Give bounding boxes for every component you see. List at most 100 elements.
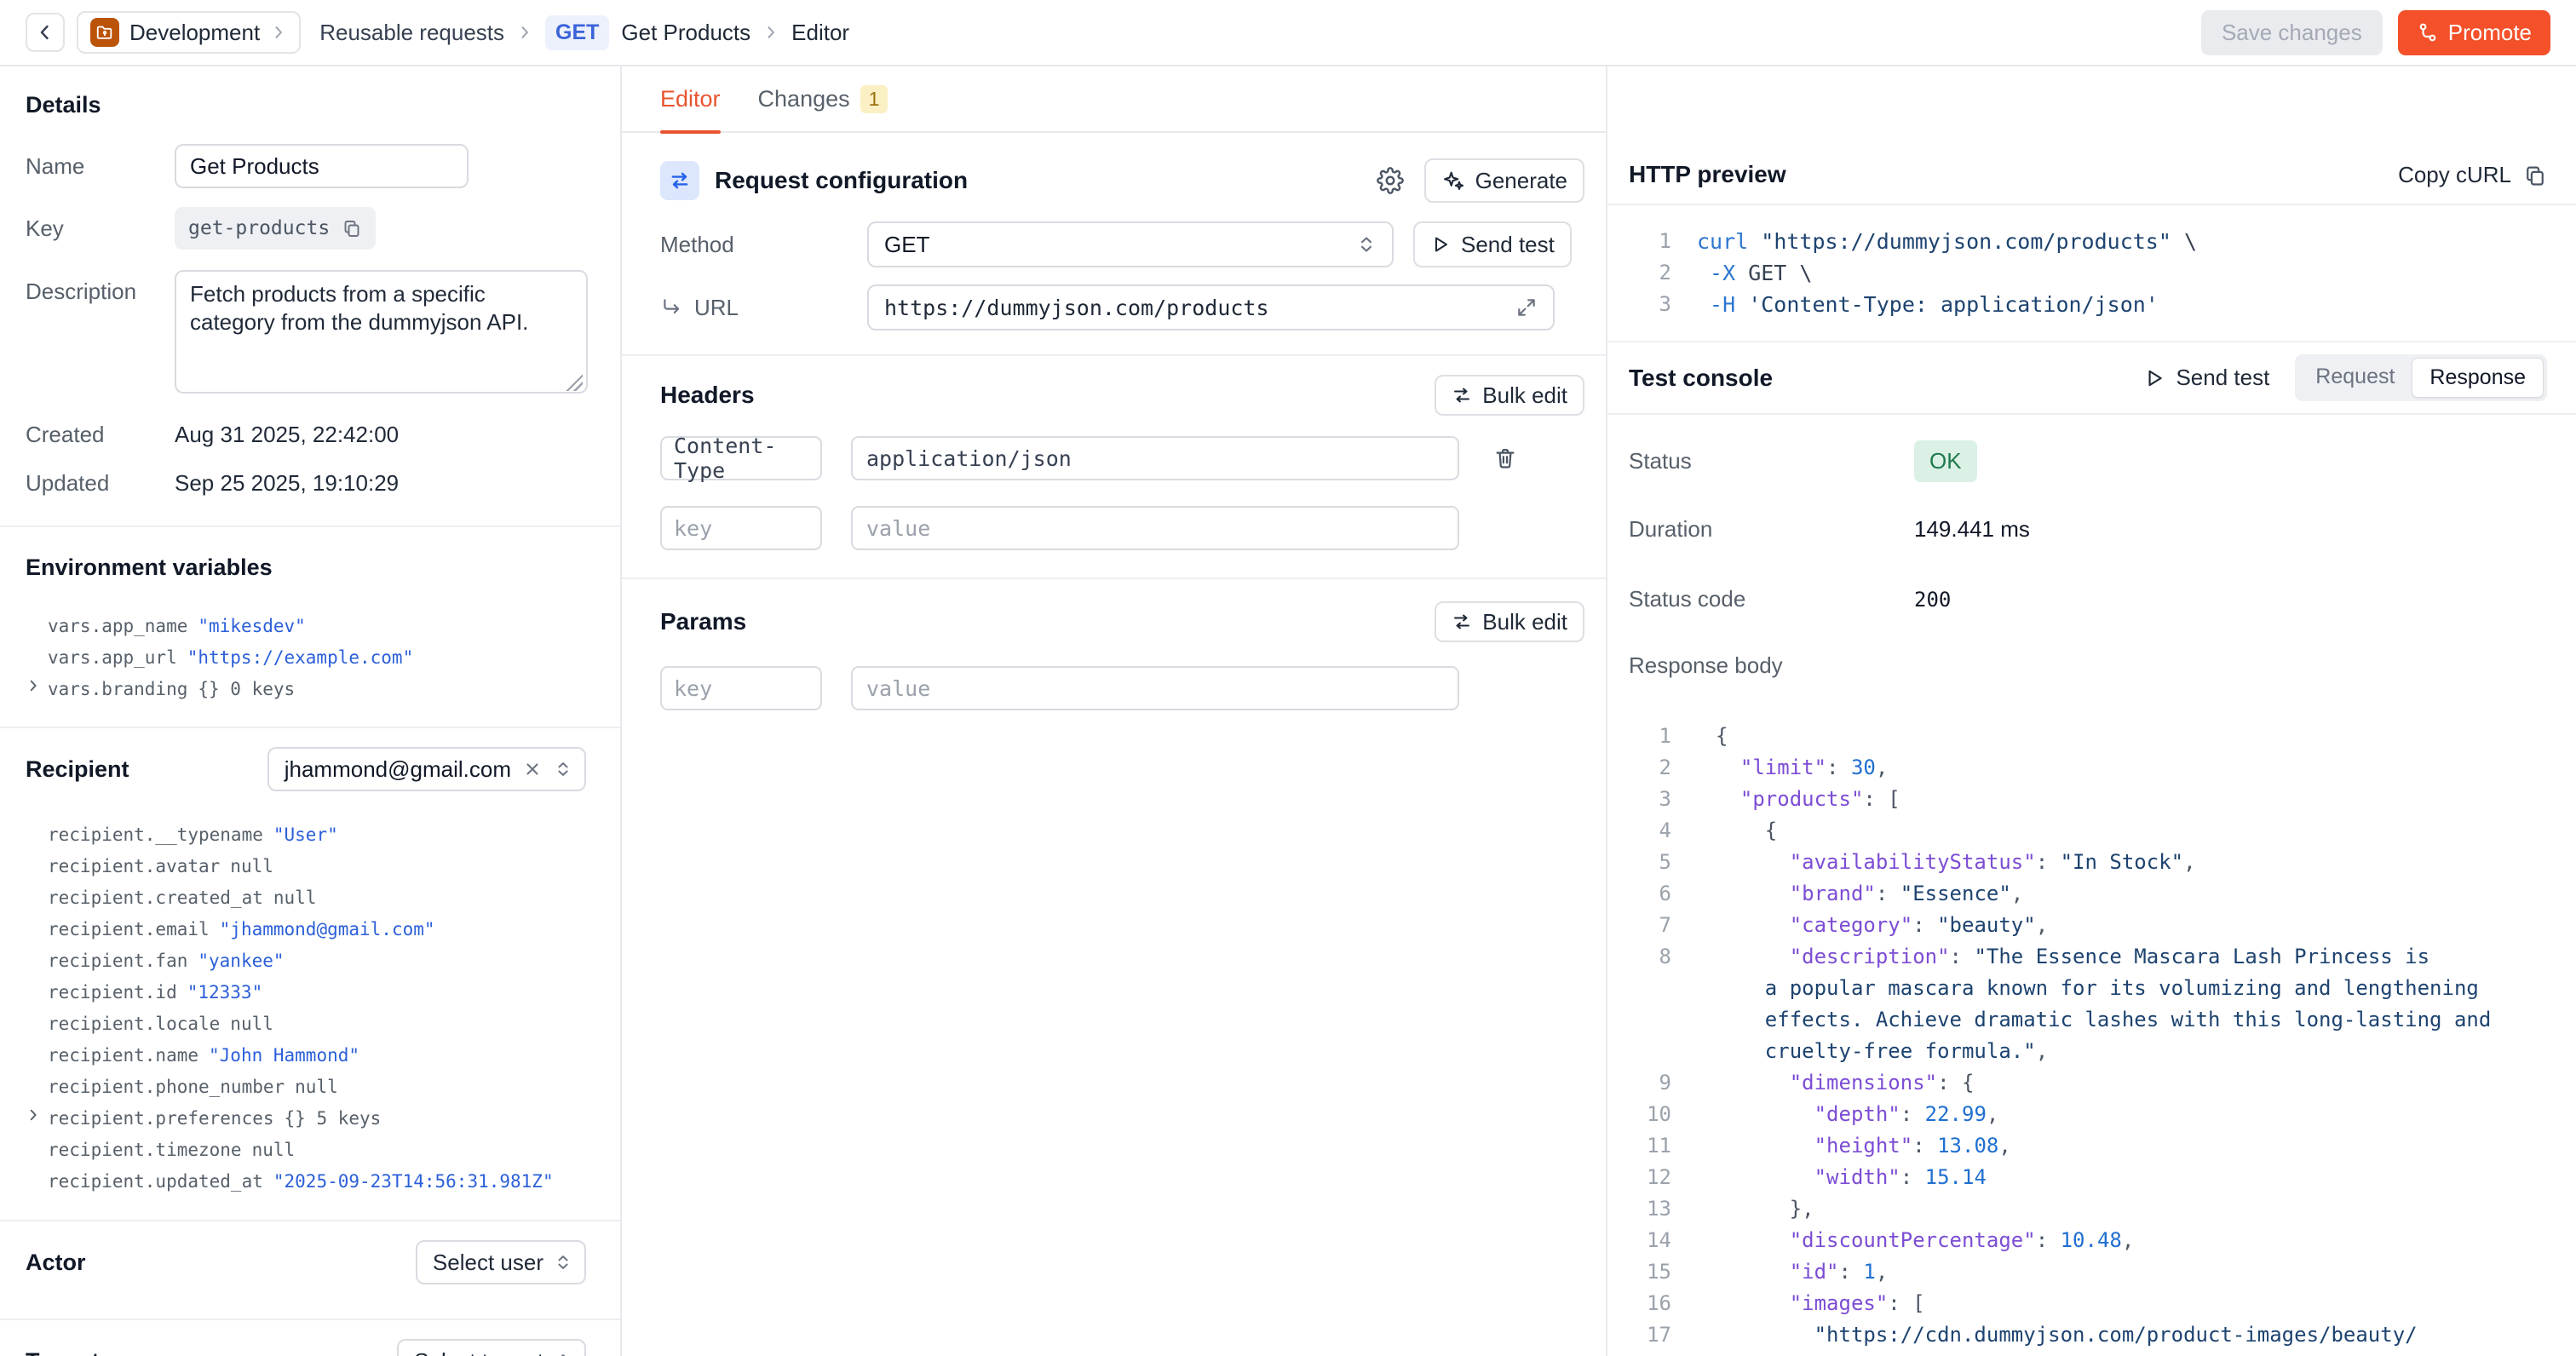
clear-icon[interactable] <box>523 760 542 779</box>
line-number: 17 <box>1607 1319 1671 1351</box>
line-number <box>1607 1036 1671 1067</box>
recipient-row: recipient.phone_numbernull <box>26 1071 586 1102</box>
headers-title: Headers <box>660 382 755 409</box>
header-value-input[interactable]: value <box>851 506 1459 550</box>
code-line: 1curl "https://dummyjson.com/products" \ <box>1607 226 2576 257</box>
code-line: 3 -H 'Content-Type: application/json' <box>1607 289 2576 320</box>
code-text: "id": 1, <box>1716 1256 1888 1288</box>
code-line: 1{ <box>1607 721 2576 752</box>
headers-bulk-edit-button[interactable]: Bulk edit <box>1435 375 1584 416</box>
promote-button[interactable]: Promote <box>2398 10 2550 55</box>
code-line: effects. Achieve dramatic lashes with th… <box>1607 1004 2576 1036</box>
actor-title: Actor <box>26 1250 86 1276</box>
property-key: recipient.email <box>48 919 210 939</box>
breadcrumb-reusable-requests[interactable]: Reusable requests <box>319 20 504 46</box>
chevron-updown-icon <box>1356 234 1377 255</box>
param-value-input[interactable]: value <box>851 666 1459 710</box>
recipient-row: recipient.avatarnull <box>26 850 586 882</box>
send-test-button[interactable]: Send test <box>1413 221 1572 267</box>
line-number: 5 <box>1607 847 1671 878</box>
chevron-updown-icon[interactable] <box>554 760 572 779</box>
code-line: 3 "products": [ <box>1607 784 2576 815</box>
status-code-label: Status code <box>1629 586 1914 612</box>
param-key-input[interactable]: key <box>660 666 822 710</box>
code-text: "products": [ <box>1716 784 1900 815</box>
copy-icon <box>2523 164 2547 187</box>
toggle-response[interactable]: Response <box>2412 358 2544 398</box>
property-value: "mikesdev" <box>198 616 305 636</box>
chevron-right-icon[interactable] <box>26 1107 41 1123</box>
breadcrumb-editor[interactable]: Editor <box>791 20 849 46</box>
recipient-combobox[interactable]: jhammond@gmail.com <box>267 747 586 791</box>
header-key-field[interactable]: Content-Type <box>660 436 822 480</box>
env-var-row: vars.app_name"mikesdev" <box>26 610 586 641</box>
line-number: 14 <box>1607 1225 1671 1256</box>
expand-icon[interactable] <box>1515 296 1538 319</box>
property-key: vars.branding <box>48 679 187 699</box>
params-bulk-edit-button[interactable]: Bulk edit <box>1435 601 1584 642</box>
created-label: Created <box>26 422 175 448</box>
line-number: 4 <box>1607 815 1671 847</box>
url-label-text: URL <box>694 295 739 321</box>
copy-curl-button[interactable]: Copy cURL <box>2398 162 2547 188</box>
code-text: "description": "The Essence Mascara Lash… <box>1716 941 2429 973</box>
code-text: "depth": 22.99, <box>1716 1099 1998 1130</box>
test-console-header: Test console Send test Request Response <box>1607 342 2576 415</box>
line-number: 1 <box>1607 721 1671 752</box>
chevron-right-icon[interactable] <box>26 678 41 693</box>
copy-curl-label: Copy cURL <box>2398 162 2511 188</box>
property-key: vars.app_url <box>48 647 177 668</box>
code-line: 2 "limit": 30, <box>1607 752 2576 784</box>
tab-editor[interactable]: Editor <box>660 66 721 132</box>
env-var-row: vars.app_url"https://example.com" <box>26 641 586 673</box>
tab-changes[interactable]: Changes 1 <box>758 66 888 132</box>
description-field[interactable]: Fetch products from a specific category … <box>175 270 588 394</box>
breadcrumb-request-name[interactable]: Get Products <box>621 20 750 46</box>
code-line: 13 }, <box>1607 1193 2576 1225</box>
env-var-row: vars.branding{} 0 keys <box>26 673 586 704</box>
trash-icon[interactable] <box>1493 446 1517 470</box>
code-text: { <box>1716 815 1777 847</box>
url-field[interactable]: https://dummyjson.com/products <box>867 284 1555 330</box>
gear-icon[interactable] <box>1377 167 1404 194</box>
copy-icon[interactable] <box>342 218 362 238</box>
property-value: null <box>273 888 317 908</box>
property-key: recipient.__typename <box>48 825 263 845</box>
environment-variables-list: vars.app_name"mikesdev"vars.app_url"http… <box>26 610 586 704</box>
toggle-request[interactable]: Request <box>2298 358 2412 398</box>
line-number: 11 <box>1607 1130 1671 1162</box>
code-text: "https://cdn.dummyjson.com/product-image… <box>1716 1319 2418 1351</box>
code-text: "images": [ <box>1716 1288 1925 1319</box>
duration-label: Duration <box>1629 516 1914 543</box>
key-chip: get-products <box>175 207 376 250</box>
property-value: null <box>230 856 273 876</box>
bulk-edit-icon <box>1452 385 1472 405</box>
header-key-value: Content-Type <box>674 434 808 483</box>
code-text: { <box>1716 721 1728 752</box>
headers-bulk-edit-label: Bulk edit <box>1482 382 1567 409</box>
code-text: "discountPercentage": 10.48, <box>1716 1225 2134 1256</box>
property-key: recipient.fan <box>48 951 187 971</box>
console-send-test-button[interactable]: Send test <box>2143 365 2269 391</box>
generate-button[interactable]: Generate <box>1424 158 1584 203</box>
code-line: 17 "https://cdn.dummyjson.com/product-im… <box>1607 1319 2576 1351</box>
save-changes-button[interactable]: Save changes <box>2201 10 2383 55</box>
method-select[interactable]: GET <box>867 221 1394 267</box>
property-value: "John Hammond" <box>209 1045 359 1066</box>
tenant-select[interactable]: Select tenant <box>397 1339 586 1356</box>
key-label: Key <box>26 215 175 242</box>
console-send-test-label: Send test <box>2176 365 2269 391</box>
url-label: URL <box>660 295 867 321</box>
header-value-field[interactable]: application/json <box>851 436 1459 480</box>
name-field[interactable]: Get Products <box>175 144 469 188</box>
environment-switcher[interactable]: Development <box>77 11 301 54</box>
code-line: 7 "category": "beauty", <box>1607 910 2576 941</box>
back-button[interactable] <box>26 13 65 52</box>
param-value-placeholder: value <box>866 676 930 701</box>
actor-select[interactable]: Select user <box>416 1240 586 1284</box>
property-value: {} 5 keys <box>285 1108 382 1129</box>
chevron-right-icon <box>270 24 287 41</box>
code-text: "dimensions": { <box>1716 1067 1974 1099</box>
header-key-input[interactable]: key <box>660 506 822 550</box>
generate-label: Generate <box>1475 168 1567 194</box>
